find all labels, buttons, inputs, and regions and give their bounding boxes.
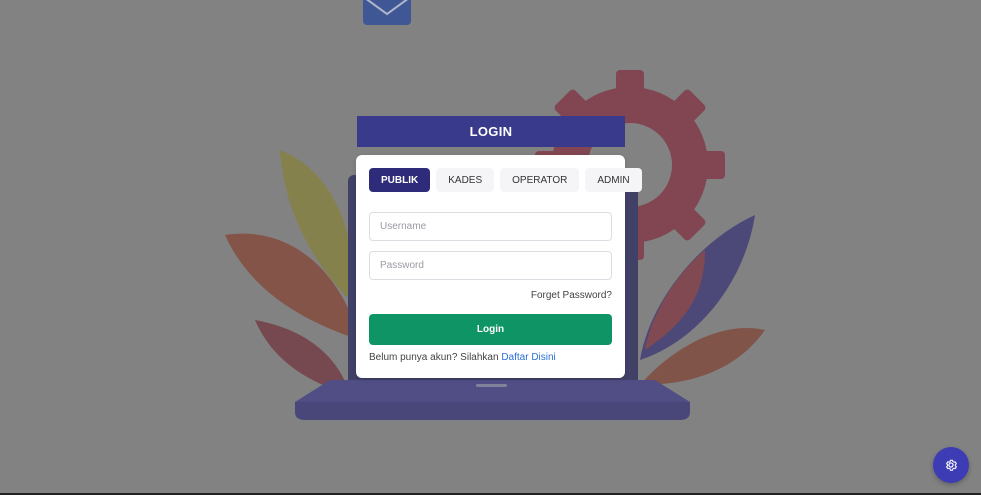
tab-kades[interactable]: KADES	[436, 168, 495, 192]
signup-text: Belum punya akun? Silahkan	[369, 352, 499, 363]
settings-button[interactable]	[933, 447, 969, 483]
password-input[interactable]	[369, 251, 612, 280]
login-card: PUBLIK KADES OPERATOR ADMIN Forget Passw…	[356, 155, 642, 378]
tab-admin[interactable]: ADMIN	[585, 168, 642, 192]
role-tabs: PUBLIK KADES OPERATOR ADMIN	[369, 168, 642, 192]
forget-password-link[interactable]: Forget Password?	[531, 290, 612, 301]
signup-link[interactable]: Daftar Disini	[501, 352, 555, 363]
tab-publik[interactable]: PUBLIK	[369, 168, 431, 192]
username-input[interactable]	[369, 212, 612, 241]
tab-operator[interactable]: OPERATOR	[500, 168, 580, 192]
gear-icon	[946, 459, 957, 471]
login-title: LOGIN	[357, 116, 625, 147]
login-page: LOGIN PUBLIK KADES OPERATOR ADMIN Forget…	[0, 0, 981, 495]
signup-prompt: Belum punya akun? Silahkan Daftar Disini	[369, 352, 556, 363]
login-button[interactable]: Login	[369, 314, 612, 345]
